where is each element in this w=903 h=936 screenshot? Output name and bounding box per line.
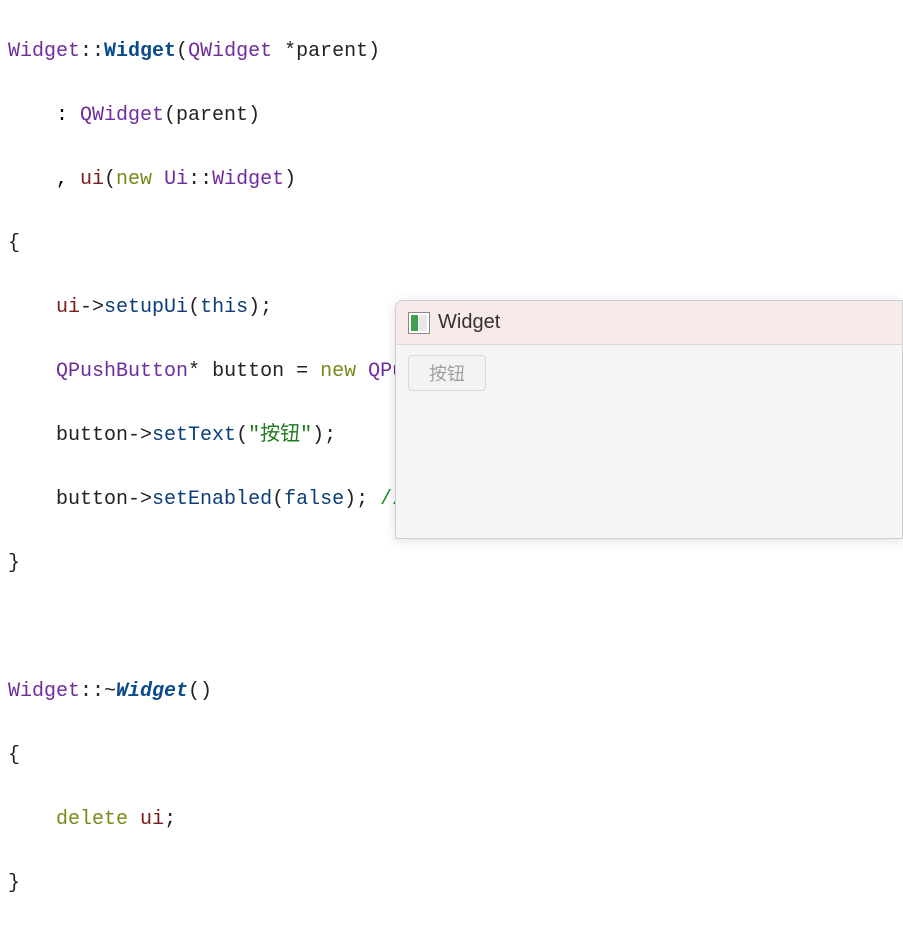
code-line: : QWidget(parent) (8, 100, 895, 132)
code-line: delete ui; (8, 804, 895, 836)
window-titlebar[interactable]: Widget (396, 301, 902, 345)
window-body: 按钮 (396, 345, 902, 401)
disabled-button: 按钮 (408, 355, 486, 391)
code-line: } (8, 548, 895, 580)
code-line (8, 612, 895, 644)
code-line: { (8, 740, 895, 772)
app-window[interactable]: Widget 按钮 (395, 300, 903, 539)
code-line: , ui(new Ui::Widget) (8, 164, 895, 196)
code-line: Widget::~Widget() (8, 676, 895, 708)
code-line: { (8, 228, 895, 260)
code-line: Widget::Widget(QWidget *parent) (8, 36, 895, 68)
code-line: } (8, 868, 895, 900)
app-icon (408, 312, 430, 334)
window-title: Widget (438, 311, 500, 334)
